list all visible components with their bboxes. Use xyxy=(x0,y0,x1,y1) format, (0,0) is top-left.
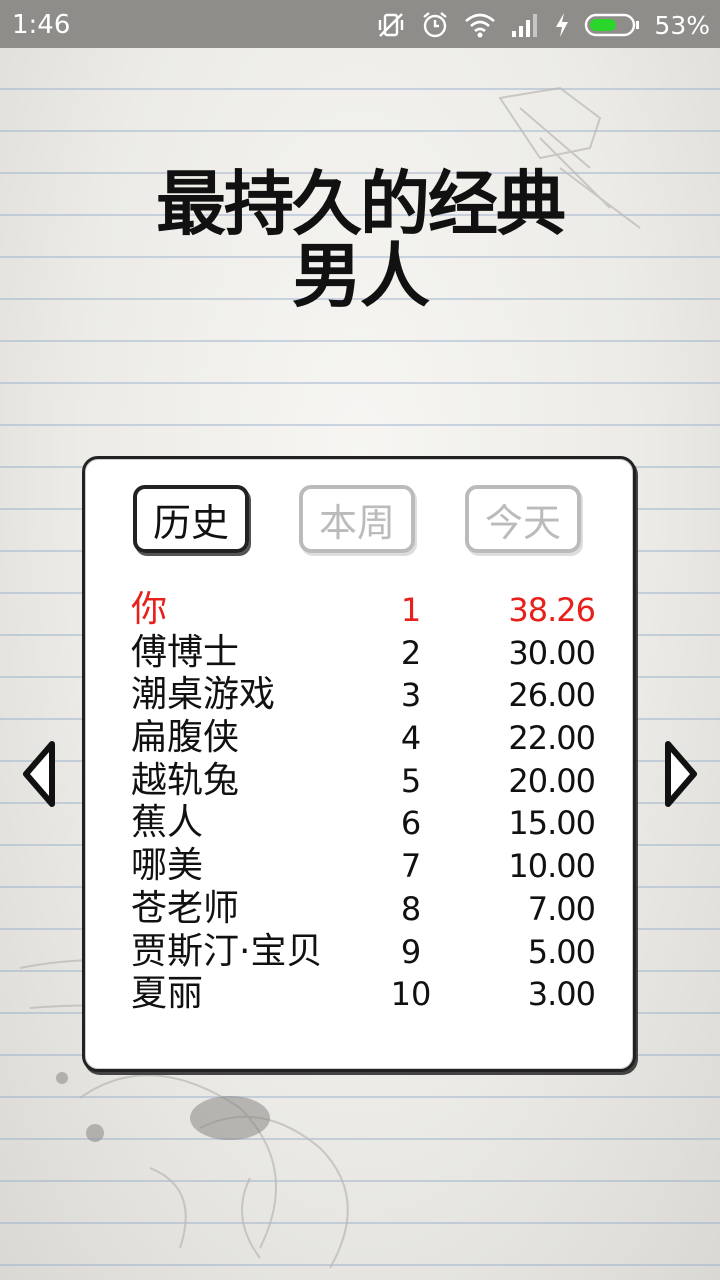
page-title: 最持久的经典 男人 xyxy=(0,168,720,312)
status-icons: 53% xyxy=(376,8,710,42)
leaderboard-panel: 历史 本周 今天 你 1 38.26 傅博士 2 30.00 潮桌游戏 3 26… xyxy=(82,456,636,1072)
player-name: 你 xyxy=(131,589,168,630)
tab-today[interactable]: 今天 xyxy=(465,485,581,553)
player-rank: 5 xyxy=(400,761,422,800)
charging-icon xyxy=(556,13,569,37)
player-score: 3.00 xyxy=(527,975,596,1014)
rank-row: 哪美 7 10.00 xyxy=(85,845,633,888)
player-rank: 8 xyxy=(400,889,422,928)
rank-row: 越轨兔 5 20.00 xyxy=(85,760,633,803)
player-score: 22.00 xyxy=(508,719,596,758)
player-rank: 1 xyxy=(400,591,422,629)
player-score: 10.00 xyxy=(508,847,596,886)
player-rank: 4 xyxy=(400,719,422,758)
player-name: 苍老师 xyxy=(131,887,240,929)
signal-icon xyxy=(512,14,538,37)
player-score: 15.00 xyxy=(508,804,596,843)
player-name: 扁腹侠 xyxy=(131,717,240,759)
player-name: 贾斯汀·宝贝 xyxy=(131,930,323,972)
rank-row: 潮桌游戏 3 26.00 xyxy=(85,674,633,717)
player-name: 越轨兔 xyxy=(131,759,240,801)
rank-row: 扁腹侠 4 22.00 xyxy=(85,717,633,760)
rank-row: 苍老师 8 7.00 xyxy=(85,888,633,931)
rank-row: 蕉人 6 15.00 xyxy=(85,802,633,845)
player-name: 夏丽 xyxy=(131,973,204,1015)
player-rank: 6 xyxy=(400,804,422,843)
player-rank: 9 xyxy=(400,932,422,971)
player-score: 5.00 xyxy=(527,932,596,971)
previous-page-button[interactable] xyxy=(20,738,60,810)
rank-row: 傅博士 2 30.00 xyxy=(85,632,633,675)
rank-row: 夏丽 10 3.00 xyxy=(85,973,633,1016)
player-score: 38.26 xyxy=(508,591,596,629)
tab-this-week[interactable]: 本周 xyxy=(299,485,415,553)
player-name: 潮桌游戏 xyxy=(131,674,276,716)
mute-vibrate-icon xyxy=(379,13,404,37)
player-score: 26.00 xyxy=(508,676,596,715)
player-score: 20.00 xyxy=(508,761,596,800)
player-name: 蕉人 xyxy=(131,802,204,844)
right-arrow-icon xyxy=(665,741,697,807)
rank-row: 贾斯汀·宝贝 9 5.00 xyxy=(85,931,633,974)
alarm-icon xyxy=(423,12,448,38)
left-arrow-icon xyxy=(23,741,55,807)
player-rank: 2 xyxy=(400,633,422,672)
player-score: 7.00 xyxy=(527,889,596,928)
player-score: 30.00 xyxy=(508,633,596,672)
player-rank: 3 xyxy=(400,676,422,715)
rank-row-self: 你 1 38.26 xyxy=(85,589,633,632)
tab-history[interactable]: 历史 xyxy=(133,485,249,553)
next-page-button[interactable] xyxy=(660,738,700,810)
status-time: 1:46 xyxy=(12,10,71,40)
player-rank: 10 xyxy=(390,975,432,1014)
title-line-1: 最持久的经典 xyxy=(156,163,566,245)
player-name: 傅博士 xyxy=(131,631,240,673)
rank-list: 你 1 38.26 傅博士 2 30.00 潮桌游戏 3 26.00 扁腹侠 4… xyxy=(85,589,633,1016)
player-rank: 7 xyxy=(400,847,422,886)
battery-percent: 53% xyxy=(654,10,710,40)
wifi-icon xyxy=(465,13,496,38)
title-line-2: 男人 xyxy=(292,235,430,317)
battery-icon xyxy=(585,13,640,37)
status-bar: 1:46 53% xyxy=(0,0,720,48)
player-name: 哪美 xyxy=(131,845,204,887)
